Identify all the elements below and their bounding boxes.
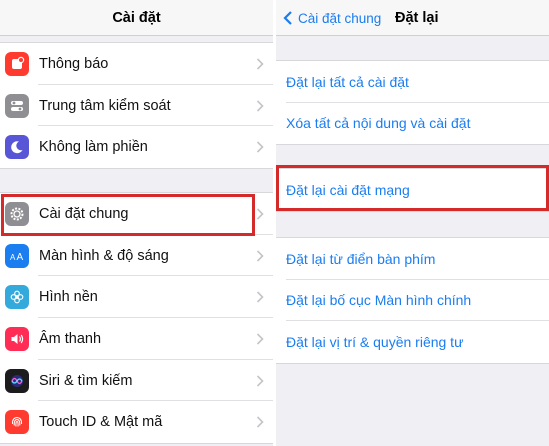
- settings-item-label: Cài đặt chung: [39, 205, 129, 222]
- settings-item-siri-search[interactable]: Siri & tìm kiếm: [0, 360, 273, 402]
- settings-item-label: Hình nền: [39, 289, 98, 306]
- reset-keyboard-dictionary-button[interactable]: Đặt lại từ điển bàn phím: [276, 238, 549, 280]
- reset-home-screen-layout-button[interactable]: Đặt lại bố cục Màn hình chính: [276, 280, 549, 321]
- settings-item-touch-id[interactable]: Touch ID & Mật mã: [0, 401, 273, 443]
- do-not-disturb-icon: [5, 135, 29, 160]
- chevron-right-icon: [256, 416, 264, 429]
- settings-item-control-center[interactable]: Trung tâm kiểm soát: [0, 85, 273, 127]
- settings-item-wallpaper[interactable]: Hình nền: [0, 276, 273, 319]
- page-title: Cài đặt: [112, 10, 161, 26]
- reset-group-1: Đặt lại tất cả cài đặt Xóa tất cả nội du…: [276, 60, 549, 145]
- settings-item-label: Không làm phiền: [39, 139, 148, 156]
- svg-text:A: A: [17, 252, 24, 263]
- wallpaper-icon: [5, 285, 29, 310]
- chevron-left-icon: [283, 11, 292, 25]
- settings-item-label: Thông báo: [39, 55, 109, 72]
- back-button[interactable]: Cài đặt chung: [280, 9, 381, 27]
- chevron-right-icon: [256, 291, 264, 303]
- chevron-right-icon: [256, 141, 264, 153]
- chevron-right-icon: [256, 58, 264, 70]
- notifications-icon: [5, 52, 29, 76]
- chevron-right-icon: [256, 375, 264, 387]
- settings-navbar: Cài đặt: [0, 0, 273, 36]
- reset-group-2: Đặt lại cài đặt mạng: [276, 168, 549, 212]
- touch-id-icon: [5, 410, 29, 435]
- settings-item-label: Trung tâm kiểm soát: [39, 97, 171, 114]
- back-button-label: Cài đặt chung: [298, 10, 382, 26]
- settings-item-label: Touch ID & Mật mã: [39, 414, 163, 431]
- svg-text:A: A: [10, 253, 16, 262]
- reset-pane: Cài đặt chung Đặt lại Đặt lại tất cả cài…: [276, 0, 549, 446]
- sounds-icon: [5, 327, 29, 352]
- settings-item-label: Siri & tìm kiếm: [39, 372, 133, 389]
- control-center-icon: [5, 93, 29, 118]
- chevron-right-icon: [256, 333, 264, 345]
- gear-icon: [5, 202, 29, 226]
- chevron-right-icon: [256, 250, 264, 262]
- settings-item-do-not-disturb[interactable]: Không làm phiền: [0, 126, 273, 168]
- siri-icon: [5, 368, 29, 393]
- settings-item-label: Màn hình & độ sáng: [39, 247, 169, 264]
- settings-item-general[interactable]: Cài đặt chung: [0, 193, 273, 235]
- display-brightness-icon: AA: [5, 243, 29, 268]
- settings-pane: Cài đặt Thông báo Trung tâm kiểm soát Kh…: [0, 0, 273, 446]
- reset-location-privacy-button[interactable]: Đặt lại vị trí & quyền riêng tư: [276, 321, 549, 363]
- chevron-right-icon: [256, 100, 264, 112]
- chevron-right-icon: [256, 208, 264, 220]
- settings-group-1: Thông báo Trung tâm kiểm soát Không làm …: [0, 42, 273, 170]
- page-title: Đặt lại: [395, 10, 439, 26]
- settings-item-display-brightness[interactable]: AA Màn hình & độ sáng: [0, 235, 273, 277]
- reset-group-3: Đặt lại từ điển bàn phím Đặt lại bố cục …: [276, 237, 549, 364]
- reset-all-settings-button[interactable]: Đặt lại tất cả cài đặt: [276, 61, 549, 103]
- settings-item-sounds[interactable]: Âm thanh: [0, 318, 273, 360]
- reset-network-settings-button[interactable]: Đặt lại cài đặt mạng: [276, 169, 549, 211]
- erase-all-content-button[interactable]: Xóa tất cả nội dung và cài đặt: [276, 103, 549, 145]
- settings-item-label: Âm thanh: [39, 330, 102, 347]
- reset-navbar: Cài đặt chung Đặt lại: [276, 0, 549, 36]
- settings-group-2: Cài đặt chung AA Màn hình & độ sáng Hình…: [0, 192, 273, 445]
- settings-item-notifications[interactable]: Thông báo: [0, 43, 273, 85]
